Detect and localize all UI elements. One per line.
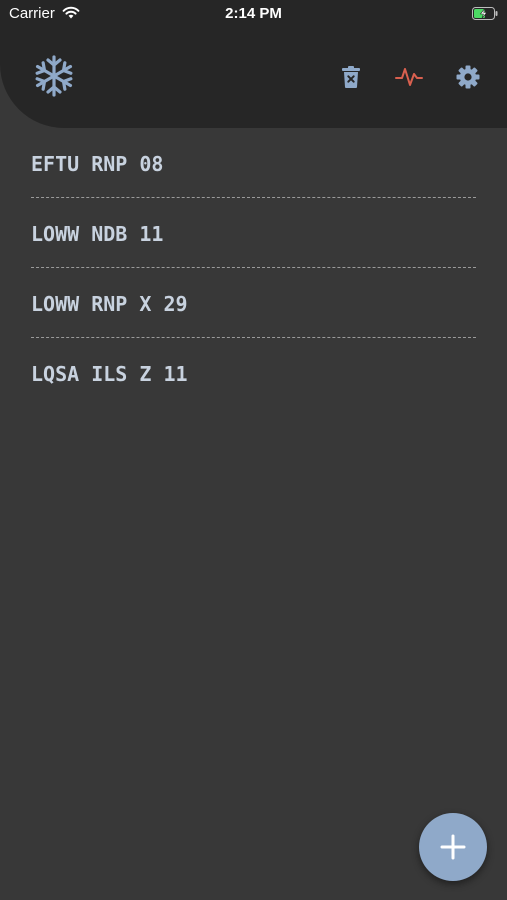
app-screen: Carrier 2:14 PM EFTU RNP 08 LOWW NDB 11 … bbox=[0, 0, 507, 900]
approach-label: LOWW NDB 11 bbox=[31, 221, 164, 246]
activity-button[interactable] bbox=[394, 62, 424, 92]
approach-label: LQSA ILS Z 11 bbox=[31, 361, 188, 386]
gear-icon bbox=[456, 65, 480, 89]
list-item[interactable]: EFTU RNP 08 bbox=[31, 128, 476, 198]
approach-list: EFTU RNP 08 LOWW NDB 11 LOWW RNP X 29 LQ… bbox=[31, 128, 476, 407]
settings-button[interactable] bbox=[453, 62, 483, 92]
approach-label: LOWW RNP X 29 bbox=[31, 291, 188, 316]
app-header bbox=[0, 28, 507, 128]
trash-icon bbox=[342, 66, 360, 88]
status-bar: Carrier 2:14 PM bbox=[0, 0, 507, 28]
status-time: 2:14 PM bbox=[225, 5, 282, 22]
list-item[interactable]: LOWW RNP X 29 bbox=[31, 268, 476, 338]
delete-button[interactable] bbox=[336, 62, 366, 92]
list-item[interactable]: LOWW NDB 11 bbox=[31, 198, 476, 268]
plus-icon bbox=[440, 834, 466, 860]
add-button[interactable] bbox=[419, 813, 487, 881]
approach-label: EFTU RNP 08 bbox=[31, 151, 164, 176]
pulse-icon bbox=[395, 68, 423, 86]
list-item[interactable]: LQSA ILS Z 11 bbox=[31, 338, 476, 407]
snowflake-icon bbox=[32, 54, 76, 98]
battery-charging-icon bbox=[472, 7, 498, 24]
